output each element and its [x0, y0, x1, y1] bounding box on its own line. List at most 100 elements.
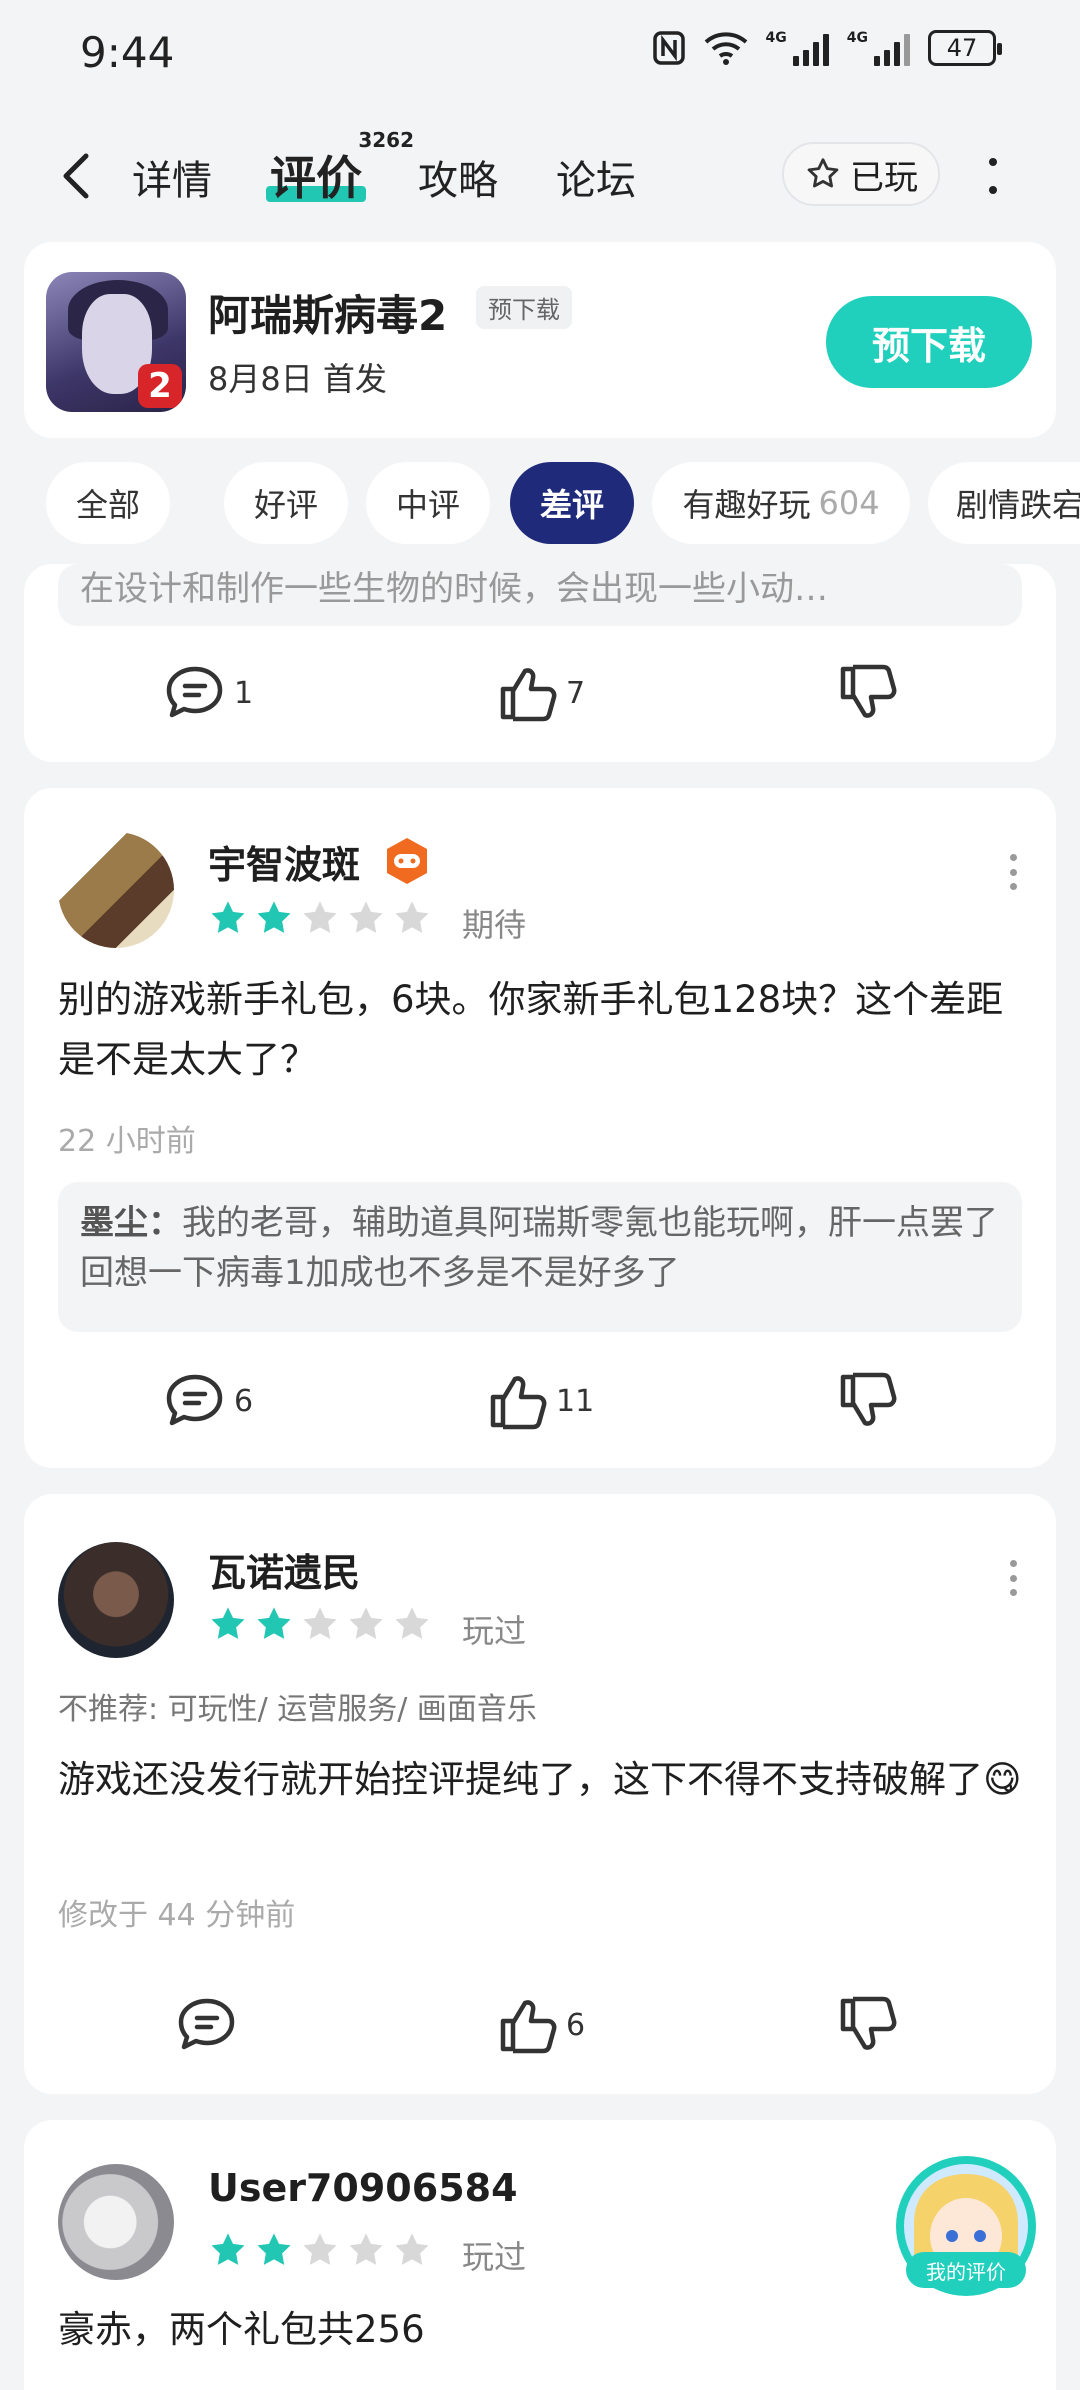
- like-button[interactable]: 6: [498, 1996, 585, 2054]
- review-time: 修改于 44 分钟前: [58, 1898, 296, 1933]
- thumbs-up-icon: [500, 2000, 557, 2054]
- gamepad-badge-icon: [382, 836, 432, 890]
- star-empty-icon: [395, 2233, 429, 2265]
- my-review-label: 我的评价: [906, 2252, 1026, 2288]
- not-recommend-tags: 不推荐: 可玩性/ 运营服务/ 画面音乐: [58, 1692, 537, 1727]
- tab-forum[interactable]: 论坛: [556, 148, 636, 206]
- user-avatar[interactable]: [58, 832, 174, 948]
- filter-fun-label: 有趣好玩: [682, 486, 811, 524]
- signal-icon: 4G: [766, 30, 829, 66]
- star-empty-icon: [395, 1607, 429, 1639]
- filter-fun-count: 604: [818, 484, 880, 522]
- star-empty-icon: [349, 2233, 383, 2265]
- reply-preview[interactable]: 在设计和制作一些生物的时候，会出现一些小动…: [58, 564, 1022, 626]
- status-icons: 4G 4G 47: [652, 30, 1002, 66]
- pre-download-button[interactable]: 预下载: [826, 296, 1032, 388]
- star-filled-icon: [211, 1607, 245, 1639]
- review-card: 宇智波斑 期待 别的游戏新手礼包，6块。你家新手礼包128块？这个差距是不是太大…: [24, 788, 1056, 1468]
- review-card: 瓦诺遗民 玩过 不推荐: 可玩性/ 运营服务/ 画面音乐 游戏还没发行就开始控评…: [24, 1494, 1056, 2094]
- star-empty-icon: [303, 901, 337, 933]
- thumbs-up-icon: [490, 1376, 547, 1430]
- game-release-date: 8月8日 首发: [208, 360, 387, 398]
- played-button[interactable]: 已玩: [782, 142, 940, 206]
- dislike-button[interactable]: [838, 664, 898, 722]
- star-filled-icon: [257, 1607, 291, 1639]
- status-time: 9:44: [80, 28, 175, 77]
- review-count-badge: 3262: [358, 128, 414, 152]
- rating-stars: [208, 2230, 432, 2270]
- comment-count: 1: [234, 675, 254, 711]
- star-filled-icon: [257, 901, 291, 933]
- like-button[interactable]: 11: [488, 1372, 594, 1430]
- thumbs-down-icon: [840, 664, 897, 718]
- game-icon[interactable]: 2: [46, 272, 186, 412]
- back-icon[interactable]: [56, 148, 96, 204]
- signal-icon-2: 4G: [847, 30, 910, 66]
- status-bar: 9:44 4G 4G 47: [0, 0, 1080, 110]
- battery-icon: 47: [928, 30, 1002, 66]
- more-options-icon[interactable]: [1008, 854, 1018, 890]
- battery-level: 47: [946, 34, 978, 62]
- like-count: 7: [566, 675, 586, 711]
- review-time: 22 小时前: [58, 1124, 196, 1159]
- more-menu-icon[interactable]: [988, 158, 998, 194]
- star-empty-icon: [349, 901, 383, 933]
- review-card: User70906584 玩过 豪赤，两个礼包共256: [24, 2120, 1056, 2390]
- rating-tag: 玩过: [462, 1612, 527, 1650]
- star-filled-icon: [211, 901, 245, 933]
- review-actions: 6 11: [24, 1372, 1056, 1442]
- username[interactable]: 瓦诺遗民: [208, 1542, 360, 1597]
- tab-reviews[interactable]: 评价 3262: [266, 128, 414, 208]
- review-text[interactable]: 游戏还没发行就开始控评提纯了，这下不得不支持破解了😋: [58, 1750, 1028, 1810]
- comment-count: 6: [234, 1383, 254, 1419]
- tab-guides[interactable]: 攻略: [418, 148, 498, 206]
- rating-stars: [208, 1604, 432, 1644]
- filter-plot[interactable]: 剧情跌宕: [928, 462, 1080, 544]
- reply-text: 我的老哥，辅助道具阿瑞斯零氪也能玩啊，肝一点罢了回想一下病毒1加成也不多是不是好…: [80, 1203, 998, 1293]
- review-text[interactable]: 别的游戏新手礼包，6块。你家新手礼包128块？这个差距是不是太大了？: [58, 970, 1028, 1090]
- dislike-button[interactable]: [838, 1372, 898, 1430]
- comment-button[interactable]: [176, 1996, 238, 2054]
- top-nav: 详情 评价 3262 攻略 论坛 已玩: [0, 120, 1080, 230]
- star-filled-icon: [257, 2233, 291, 2265]
- filter-all[interactable]: 全部: [46, 462, 170, 544]
- rating-stars: [208, 898, 432, 938]
- comment-button[interactable]: 6: [164, 1372, 253, 1430]
- network-type-2: 4G: [846, 30, 868, 46]
- star-empty-icon: [303, 1607, 337, 1639]
- nfc-icon: [652, 30, 686, 66]
- review-actions: 6: [24, 1996, 1056, 2066]
- reply-preview[interactable]: 墨尘：我的老哥，辅助道具阿瑞斯零氪也能玩啊，肝一点罢了回想一下病毒1加成也不多是…: [58, 1182, 1022, 1332]
- review-actions: 1 7: [24, 664, 1056, 734]
- rating-tag: 期待: [462, 906, 527, 944]
- more-options-icon[interactable]: [1008, 1560, 1018, 1596]
- network-type-1: 4G: [765, 30, 787, 46]
- star-empty-icon: [395, 901, 429, 933]
- game-status-tag: 预下载: [476, 286, 572, 329]
- review-filter-bar: 全部 好评 中评 差评 有趣好玩 604 剧情跌宕: [0, 462, 1080, 544]
- game-name: 阿瑞斯病毒2: [208, 291, 448, 340]
- tab-detail[interactable]: 详情: [132, 148, 212, 206]
- like-button[interactable]: 7: [498, 664, 585, 722]
- rating-tag: 玩过: [462, 2238, 527, 2276]
- dislike-button[interactable]: [838, 1996, 898, 2054]
- my-review-button[interactable]: 我的评价: [896, 2156, 1036, 2296]
- review-text[interactable]: 豪赤，两个礼包共256: [58, 2300, 1028, 2360]
- filter-fun[interactable]: 有趣好玩 604: [652, 462, 910, 544]
- star-filled-icon: [211, 2233, 245, 2265]
- review-card: 在设计和制作一些生物的时候，会出现一些小动… 1 7: [24, 564, 1056, 762]
- tab-reviews-label: 评价: [270, 151, 362, 205]
- user-avatar[interactable]: [58, 1542, 174, 1658]
- comment-button[interactable]: 1: [164, 664, 253, 722]
- played-label: 已玩: [850, 157, 918, 198]
- filter-negative[interactable]: 差评: [510, 462, 634, 544]
- like-count: 11: [556, 1383, 595, 1419]
- comment-icon: [166, 666, 223, 718]
- username[interactable]: User70906584: [208, 2166, 518, 2210]
- thumbs-down-icon: [840, 1372, 897, 1426]
- username[interactable]: 宇智波斑: [208, 834, 360, 889]
- filter-positive[interactable]: 好评: [224, 462, 348, 544]
- filter-neutral[interactable]: 中评: [366, 462, 490, 544]
- user-avatar[interactable]: [58, 2164, 174, 2280]
- like-count: 6: [566, 2007, 586, 2043]
